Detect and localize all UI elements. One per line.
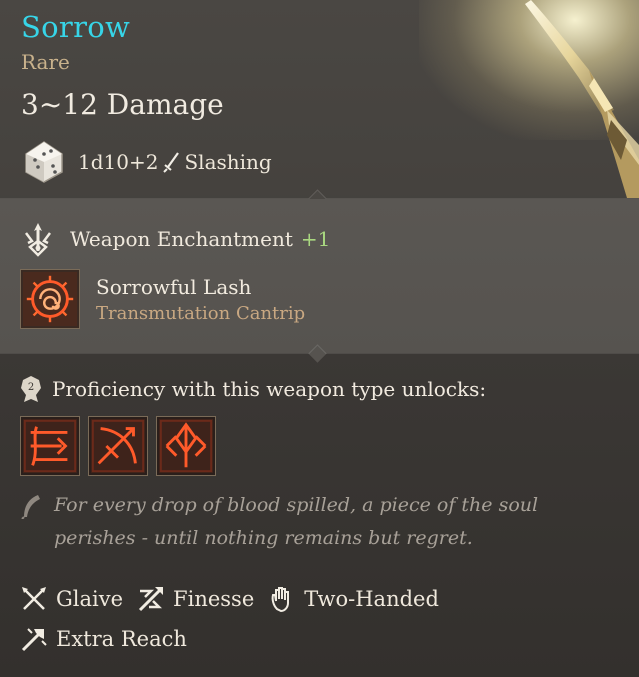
d10-dice-icon	[25, 141, 63, 183]
damage-dice-row: 1d10+2 Slashing	[22, 140, 272, 184]
property-glaive[interactable]: Glaive	[20, 585, 123, 613]
finesse-icon	[138, 586, 164, 612]
weapon-enchantment-row[interactable]: Weapon Enchantment +1	[20, 221, 330, 257]
item-tooltip: Sorrow Rare 3~12 Damage 1d10+2 Slashing	[0, 0, 639, 677]
glaive-icon	[22, 587, 46, 610]
slashing-sword-icon	[163, 152, 180, 173]
enchantment-label: Weapon Enchantment	[70, 227, 293, 251]
property-extra-reach[interactable]: Extra Reach	[20, 625, 187, 653]
property-label: Extra Reach	[56, 627, 187, 651]
spiral-sigil-icon	[20, 269, 80, 329]
property-finesse[interactable]: Finesse	[137, 585, 254, 613]
spell-name: Sorrowful Lash	[96, 274, 252, 299]
svg-text:2: 2	[28, 382, 34, 393]
damage-dice: 1d10+2	[78, 150, 159, 174]
unlocked-actions	[20, 416, 216, 476]
enchantment-bonus: +1	[300, 227, 331, 251]
property-two-handed[interactable]: Two-Handed	[268, 585, 439, 613]
hand-icon	[271, 587, 290, 613]
spear-thrust-glyph-icon[interactable]	[156, 416, 216, 476]
damage-range: 3~12 Damage	[21, 88, 224, 121]
item-name: Sorrow	[21, 10, 131, 44]
property-label: Glaive	[56, 587, 124, 611]
proficiency-row: 2 Proficiency with this weapon type unlo…	[20, 375, 486, 403]
property-label: Two-Handed	[304, 587, 439, 611]
bow-strike-glyph-icon[interactable]	[88, 416, 148, 476]
property-label: Finesse	[173, 587, 255, 611]
damage-type: Slashing	[184, 150, 272, 174]
cleave-glyph-icon[interactable]	[20, 416, 80, 476]
weapon-properties: Glaive Finesse Two-Handed Extra Reach	[20, 579, 453, 659]
enchantment-icon	[25, 223, 51, 257]
glaive-weapon-art	[525, 0, 639, 198]
item-rarity: Rare	[21, 50, 70, 74]
proficiency-section: 2 Proficiency with this weapon type unlo…	[0, 353, 639, 677]
tooltip-header: Sorrow Rare 3~12 Damage 1d10+2 Slashing	[0, 0, 639, 198]
flavor-text: For every drop of blood spilled, a piece…	[54, 494, 539, 549]
spell-school: Transmutation Cantrip	[96, 302, 306, 324]
quill-icon	[21, 495, 40, 519]
proficiency-badge-icon: 2	[21, 376, 41, 402]
proficiency-label: Proficiency with this weapon type unlock…	[52, 377, 487, 401]
enchantment-section: Weapon Enchantment +1 Sorrowful Lash Tra…	[0, 199, 639, 353]
extra-reach-icon	[21, 628, 47, 652]
spell-entry[interactable]: Sorrowful Lash Transmutation Cantrip	[20, 269, 305, 329]
flavor-text-row: For every drop of blood spilled, a piece…	[20, 493, 610, 555]
